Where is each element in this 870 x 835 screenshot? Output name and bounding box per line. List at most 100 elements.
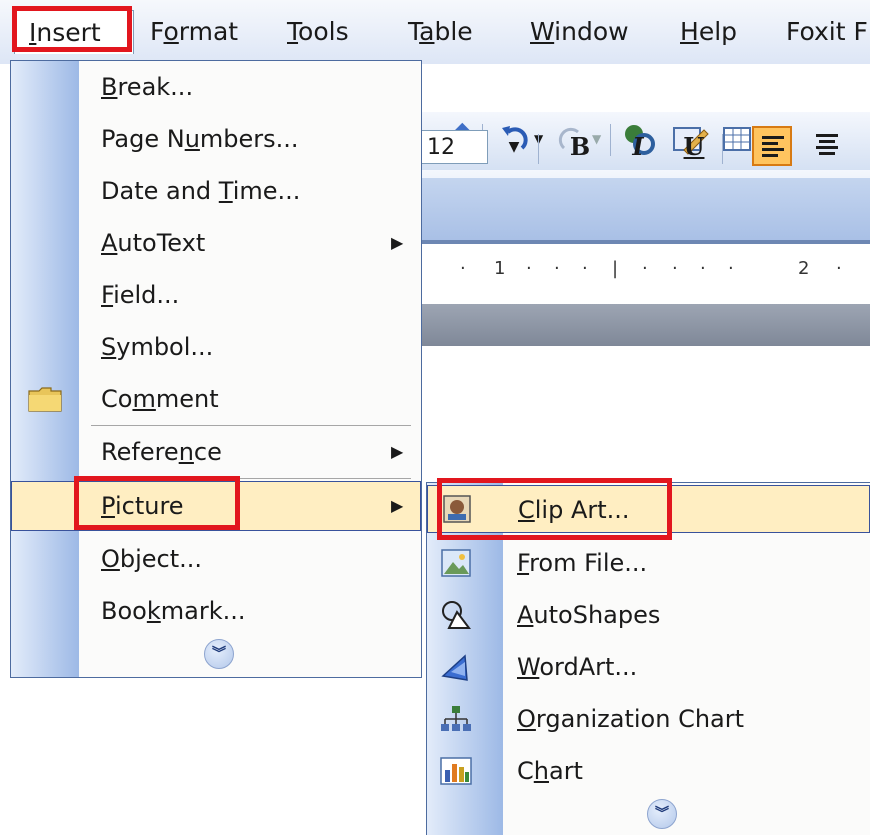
menu-item-label: Reference	[101, 426, 222, 478]
submenu-item-label: Organization Chart	[517, 693, 744, 745]
align-center-button[interactable]	[808, 126, 848, 166]
menu-item-autotext[interactable]: AutoText ▶	[11, 217, 421, 269]
mnemonic: h	[533, 757, 549, 785]
menu-insert-rest: nsert	[36, 18, 101, 47]
menu-item-date-time[interactable]: Date and Time...	[11, 165, 421, 217]
menu-foxit[interactable]: Foxit F	[786, 10, 868, 54]
menu-table-key: a	[419, 17, 435, 46]
bold-button[interactable]: B	[562, 128, 598, 166]
submenu-item-label: Chart	[517, 745, 583, 797]
submenu-item-organization-chart[interactable]: Organization Chart	[427, 693, 870, 745]
expand-menu-icon[interactable]: ︾	[204, 639, 234, 669]
toolbar-separator	[538, 134, 539, 164]
menu-help[interactable]: Help	[680, 10, 737, 54]
mnemonic: n	[178, 438, 194, 466]
label-rest: rganization Chart	[535, 705, 745, 733]
mnemonic: T	[218, 177, 233, 205]
menu-item-bookmark[interactable]: Bookmark...	[11, 585, 421, 637]
label-pre: Refere	[101, 438, 179, 466]
expand-submenu-icon[interactable]: ︾	[647, 799, 677, 829]
align-left-button[interactable]	[752, 126, 792, 166]
mnemonic: S	[101, 333, 117, 361]
label-rest: bject...	[119, 545, 203, 573]
label-rest: lip Art...	[534, 496, 630, 524]
ruler-mark-2: 2	[798, 258, 810, 279]
menu-item-symbol[interactable]: Symbol...	[11, 321, 421, 373]
label-rest: utoShapes	[533, 601, 661, 629]
label-pre: C	[517, 757, 534, 785]
mnemonic: F	[517, 549, 530, 577]
menu-item-label: Page Numbers...	[101, 113, 299, 165]
menu-format[interactable]: Format	[150, 10, 238, 54]
submenu-item-autoshapes[interactable]: AutoShapes	[427, 589, 870, 641]
italic-button[interactable]: I	[620, 128, 656, 166]
menu-tools-key: T	[287, 17, 299, 46]
submenu-item-label: WordArt...	[517, 641, 637, 693]
label-rest: ment	[155, 385, 219, 413]
menu-item-break[interactable]: Break...	[11, 61, 421, 113]
menu-item-field[interactable]: Field...	[11, 269, 421, 321]
menu-item-label: Field...	[101, 269, 179, 321]
submenu-item-label: Clip Art...	[518, 486, 630, 534]
label-rest: reak...	[117, 73, 194, 101]
mnemonic: u	[184, 125, 200, 153]
submenu-item-from-file[interactable]: From File...	[427, 537, 870, 589]
mnemonic: F	[101, 281, 114, 309]
toolbar-separator	[722, 134, 723, 164]
menu-tools[interactable]: Tools	[287, 10, 349, 54]
mnemonic: W	[517, 653, 540, 681]
label-pre: Page N	[101, 125, 185, 153]
menu-insert[interactable]: Insert	[14, 10, 134, 54]
menu-format-rest: rmat	[178, 17, 239, 46]
menu-item-label: Symbol...	[101, 321, 213, 373]
menu-item-label: Comment	[101, 373, 219, 425]
ruler-mark-1: 1	[494, 258, 506, 279]
menu-help-rest: elp	[698, 17, 738, 46]
menu-tools-rest: ools	[298, 17, 349, 46]
label-rest: mbers...	[199, 125, 299, 153]
mnemonic: m	[132, 385, 156, 413]
clip-art-icon	[443, 495, 471, 523]
menu-window[interactable]: Window	[530, 10, 629, 54]
autoshapes-icon	[442, 601, 471, 629]
font-size-dropdown-icon[interactable]: ▼	[502, 130, 526, 164]
mnemonic: P	[101, 492, 115, 520]
label-rest: ime...	[232, 177, 301, 205]
mnemonic: B	[101, 73, 118, 101]
label-pre: Co	[101, 385, 133, 413]
insert-table-icon[interactable]	[720, 122, 754, 156]
label-rest: ordArt...	[539, 653, 638, 681]
menu-item-label: Break...	[101, 61, 193, 113]
submenu-item-clip-art[interactable]: Clip Art...	[427, 485, 870, 533]
menu-item-comment[interactable]: Comment	[11, 373, 421, 425]
label-rest: art	[548, 757, 583, 785]
underline-button[interactable]: U	[676, 128, 712, 166]
menu-bar: Insert Format Tools Table Window Help Fo…	[0, 0, 870, 64]
menu-item-label: Picture	[101, 482, 184, 534]
label-rest: ymbol...	[116, 333, 214, 361]
mnemonic: A	[517, 601, 534, 629]
submenu-item-label: From File...	[517, 537, 647, 589]
menu-item-object[interactable]: Object...	[11, 533, 421, 585]
font-size-field[interactable]: 12	[420, 130, 488, 164]
menu-item-page-numbers[interactable]: Page Numbers...	[11, 113, 421, 165]
menu-window-key: W	[530, 17, 555, 46]
label-rest: utoText	[117, 229, 206, 257]
menu-item-picture[interactable]: Picture ▶	[11, 481, 421, 531]
horizontal-ruler[interactable]: · 1 · · · | · · · · 2 ·	[420, 244, 870, 305]
menu-window-rest: indow	[554, 17, 629, 46]
mnemonic: A	[101, 229, 118, 257]
label-rest: ce	[193, 438, 222, 466]
menu-item-reference[interactable]: Reference ▶	[11, 426, 421, 478]
menu-format-pre: F	[150, 17, 164, 46]
submenu-arrow-icon: ▶	[391, 496, 404, 515]
task-pane-band	[420, 178, 870, 244]
mnemonic: C	[518, 496, 535, 524]
menu-table-pre: T	[408, 17, 420, 46]
submenu-arrow-icon: ▶	[391, 442, 404, 461]
submenu-item-chart[interactable]: Chart	[427, 745, 870, 797]
menu-table[interactable]: Table	[408, 10, 473, 54]
menu-table-rest: ble	[434, 17, 473, 46]
submenu-arrow-icon: ▶	[391, 233, 404, 252]
submenu-item-wordart[interactable]: WordArt...	[427, 641, 870, 693]
